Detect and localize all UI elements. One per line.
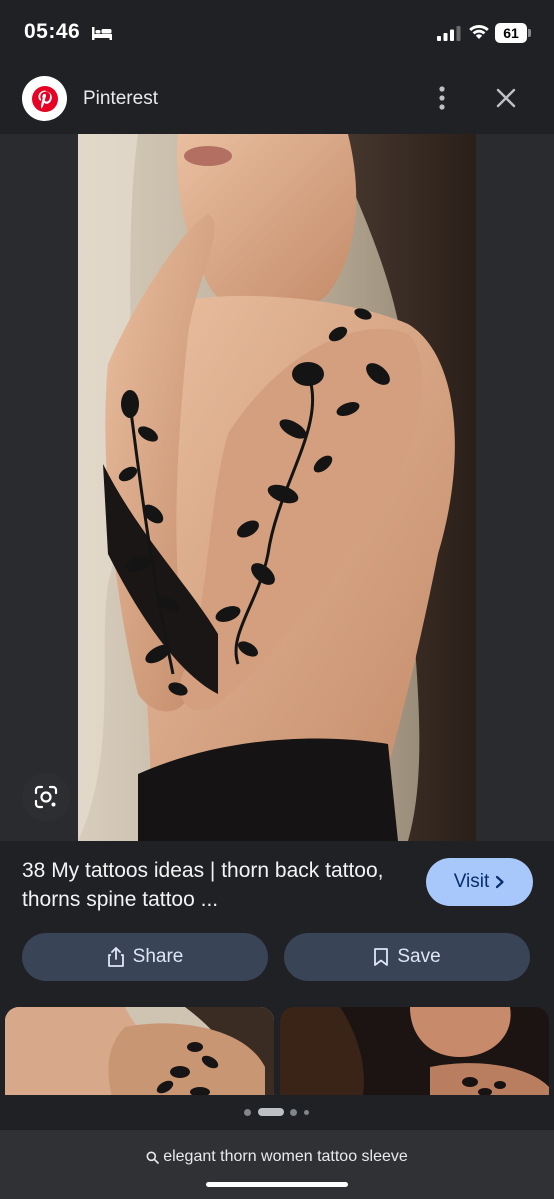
google-lens-button[interactable] — [22, 773, 70, 821]
image-viewer-page: 05:46 61 Pinterest 38 My tattoos ideas |… — [0, 0, 554, 1199]
status-time: 05:46 — [24, 20, 81, 43]
pinterest-logo-icon[interactable] — [22, 76, 67, 121]
visit-button-label: Visit — [453, 871, 490, 892]
search-query-text: elegant thorn women tattoo sleeve — [163, 1148, 408, 1165]
save-button[interactable]: Save — [284, 933, 530, 981]
related-image-thumbnail[interactable] — [5, 1007, 274, 1095]
cellular-signal-icon — [437, 26, 461, 41]
site-name[interactable]: Pinterest — [83, 88, 158, 110]
tattoo-sleeve-photo[interactable] — [78, 134, 476, 841]
status-bar: 05:46 61 — [0, 0, 554, 66]
pagination-dots — [0, 1107, 554, 1117]
pagination-dot — [304, 1110, 309, 1115]
thumbnail-illustration — [5, 1007, 274, 1095]
thumbnail-illustration — [280, 1007, 549, 1095]
source-header: Pinterest — [0, 72, 554, 126]
search-icon — [146, 1151, 159, 1164]
photo-illustration — [78, 134, 476, 841]
chevron-right-icon — [496, 875, 504, 889]
related-images — [0, 1007, 554, 1095]
share-icon — [107, 947, 124, 967]
result-title[interactable]: 38 My tattoos ideas | thorn back tattoo,… — [22, 856, 402, 914]
battery-indicator: 61 — [495, 23, 531, 43]
pagination-dot-active — [258, 1108, 284, 1116]
save-label: Save — [397, 946, 441, 967]
visit-button[interactable]: Visit — [426, 858, 533, 906]
search-query-bar[interactable]: elegant thorn women tattoo sleeve — [0, 1130, 554, 1199]
share-label: Share — [132, 946, 184, 967]
bookmark-icon — [374, 948, 389, 966]
close-icon[interactable] — [492, 84, 520, 112]
share-button[interactable]: Share — [22, 933, 268, 981]
lens-icon — [34, 785, 58, 809]
wifi-icon — [469, 24, 489, 39]
image-preview-area — [0, 134, 554, 841]
home-indicator — [206, 1182, 348, 1187]
pagination-dot — [244, 1109, 251, 1116]
more-vert-icon[interactable] — [428, 84, 456, 112]
related-image-thumbnail[interactable] — [280, 1007, 549, 1095]
bed-icon — [92, 27, 112, 40]
pinterest-glyph-icon — [31, 85, 58, 112]
battery-level: 61 — [495, 23, 527, 43]
search-query[interactable]: elegant thorn women tattoo sleeve — [0, 1148, 554, 1166]
pagination-dot — [290, 1109, 297, 1116]
battery-tip — [528, 29, 531, 37]
